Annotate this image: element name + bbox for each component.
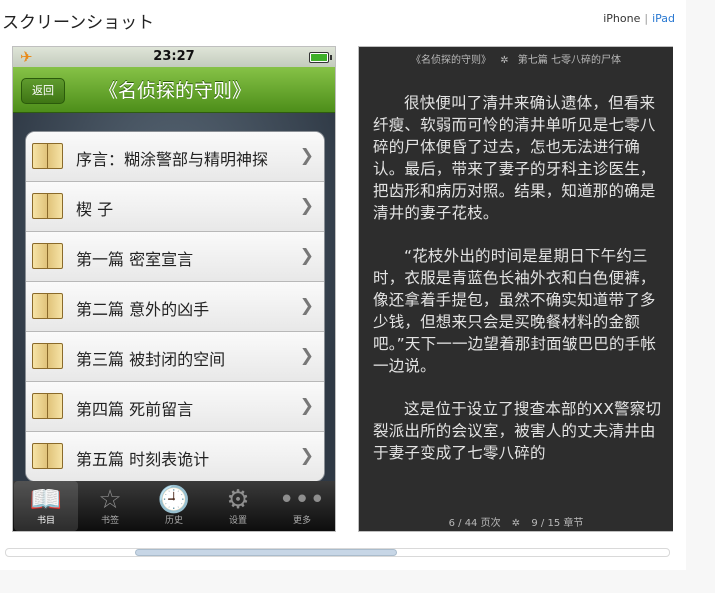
chevron-right-icon: ❯ (299, 296, 314, 316)
book-icon (32, 143, 63, 169)
tab-settings[interactable]: ⚙ 设置 (206, 481, 270, 531)
book-icon (32, 343, 63, 369)
nav-title: 《名侦探的守则》 (99, 80, 252, 102)
iphone-tab[interactable]: iPhone (603, 12, 640, 25)
gear-icon: ⚙ (226, 485, 250, 515)
screenshot-scrollbar[interactable] (5, 548, 670, 557)
list-item[interactable]: 第三篇 被封闭的空间 ❯ (26, 332, 324, 382)
list-item-label: 第五篇 时刻表诡计 (76, 450, 210, 469)
page-indicator: 6 / 44 页次 (448, 518, 501, 529)
back-button[interactable]: 返回 (21, 78, 65, 104)
nav-bar: 返回 《名侦探的守则》 (13, 67, 335, 113)
book-icon (32, 293, 63, 319)
chapter-indicator: 9 / 15 章节 (531, 518, 584, 529)
status-bar: ✈ 23:27 (13, 47, 335, 67)
list-item[interactable]: 序言：糊涂警部与精明神探 ❯ (26, 132, 324, 182)
list-item[interactable]: 第五篇 时刻表诡计 ❯ (26, 432, 324, 481)
chevron-right-icon: ❯ (299, 446, 314, 466)
tab-catalog[interactable]: 📖 书目 (14, 481, 78, 531)
chevron-right-icon: ❯ (299, 396, 314, 416)
device-switch: iPhone | iPad (603, 12, 675, 25)
chevron-right-icon: ❯ (299, 246, 314, 266)
reader-paragraph: 很快便叫了清井来确认遗体，但看来纤瘦、软弱而可怜的清井单听见是七零八碎的尸体便昏… (373, 94, 656, 222)
battery-icon (309, 52, 332, 63)
list-item[interactable]: 第一篇 密室宣言 ❯ (26, 232, 324, 282)
list-item[interactable]: 第二篇 意外的凶手 ❯ (26, 282, 324, 332)
chapter-list: 序言：糊涂警部与精明神探 ❯ 楔 子 ❯ 第一篇 密室宣言 ❯ 第二篇 意外的凶手 ❯ … (25, 131, 325, 482)
tab-bookmarks[interactable]: ☆ 书签 (78, 481, 142, 531)
list-item-label: 楔 子 (76, 200, 114, 219)
star-separator-icon: ✲ (511, 518, 521, 529)
screenshot-1: ✈ 23:27 返回 《名侦探的守则》 序言：糊涂警部与精明神探 ❯ 楔 子 ❯ 第… (12, 46, 336, 532)
more-icon: ••• (278, 485, 325, 515)
reader-header: 《名侦探的守则》 ✲ 第七篇 七零八碎的尸体 (359, 51, 673, 66)
clock-icon: 🕘 (157, 485, 191, 515)
list-item-label: 第二篇 意外的凶手 (76, 300, 210, 319)
list-item-label: 第三篇 被封闭的空间 (76, 350, 226, 369)
list-item[interactable]: 第四篇 死前留言 ❯ (26, 382, 324, 432)
ipad-tab[interactable]: iPad (652, 12, 675, 25)
page-gutter (686, 0, 715, 593)
reader-book-title: 《名侦探的守则》 (411, 55, 492, 66)
reader-text: 很快便叫了清井来确认遗体，但看来纤瘦、软弱而可怜的清井单听见是七零八碎的尸体便昏… (373, 92, 663, 485)
list-item-label: 序言：糊涂警部与精明神探 (76, 150, 269, 169)
chevron-right-icon: ❯ (299, 346, 314, 366)
status-time: 23:27 (153, 49, 195, 64)
list-item-label: 第一篇 密室宣言 (76, 250, 194, 269)
book-icon (32, 393, 63, 419)
book-open-icon: 📖 (29, 485, 63, 515)
tab-more[interactable]: ••• 更多 (270, 481, 334, 531)
star-icon: ☆ (98, 485, 122, 515)
book-icon (32, 193, 63, 219)
book-icon (32, 243, 63, 269)
separator: | (644, 12, 649, 25)
chevron-right-icon: ❯ (299, 196, 314, 216)
scrollbar-thumb[interactable] (135, 549, 397, 556)
reader-chapter-title: 第七篇 七零八碎的尸体 (517, 55, 621, 66)
reader-footer: 6 / 44 页次 ✲ 9 / 15 章节 (359, 514, 673, 529)
star-separator-icon: ✲ (500, 55, 509, 66)
page-footer-band (0, 570, 686, 593)
tab-bar: 📖 书目 ☆ 书签 🕘 历史 ⚙ 设置 ••• 更多 (13, 481, 335, 531)
book-icon (32, 443, 63, 469)
screenshot-2: 《名侦探的守则》 ✲ 第七篇 七零八碎的尸体 很快便叫了清井来确认遗体，但看来纤… (358, 46, 673, 532)
list-item[interactable]: 楔 子 ❯ (26, 182, 324, 232)
tab-history[interactable]: 🕘 历史 (142, 481, 206, 531)
reader-paragraph: 这是位于设立了搜查本部的XX警察切裂派出所的会议室，被害人的丈夫清井由于妻子变成… (373, 400, 662, 462)
chevron-right-icon: ❯ (299, 146, 314, 166)
section-title: スクリーンショット (2, 13, 155, 33)
list-item-label: 第四篇 死前留言 (76, 400, 194, 419)
reader-paragraph: “花枝外出的时间是星期日下午约三时，衣服是青蓝色长袖外衣和白色便裤，像还拿着手提… (373, 247, 657, 375)
